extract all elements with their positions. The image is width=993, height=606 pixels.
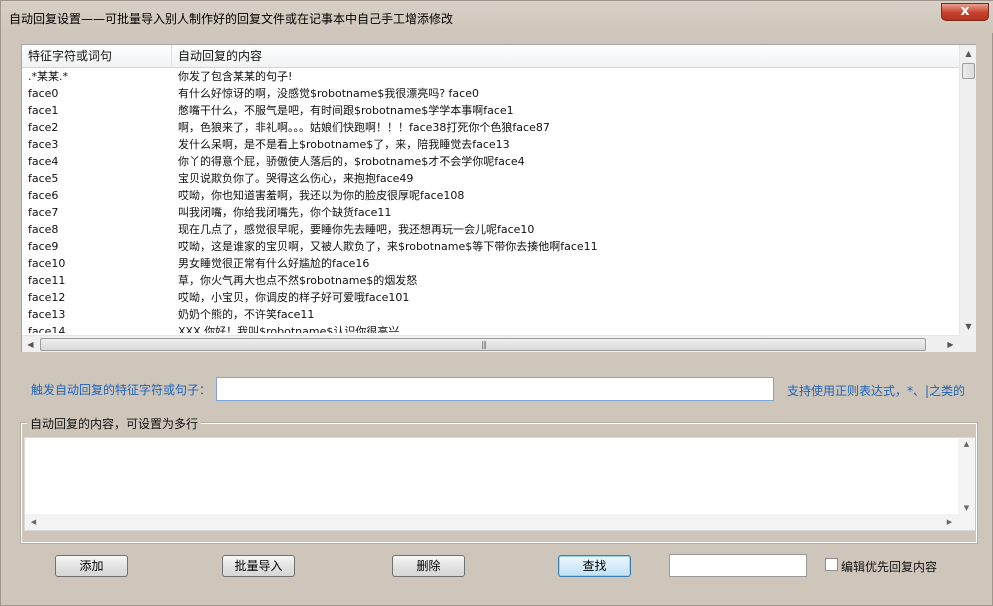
list-item-keyword: face12: [28, 291, 66, 304]
priority-checkbox-label[interactable]: 编辑优先回复内容: [841, 558, 937, 575]
reply-rules-list[interactable]: 特征字符或词句 自动回复的内容 .*某某.* 你发了包含某某的句子! face0 有什…: [21, 44, 976, 352]
column-header-reply[interactable]: 自动回复的内容: [172, 45, 959, 67]
list-item-keyword: face5: [28, 172, 59, 185]
list-item-reply: 草，你火气再大也点不然$robotname$的烟发怒: [178, 274, 418, 287]
scroll-down-icon[interactable]: ▼: [958, 502, 975, 514]
grip-icon: |||: [481, 340, 487, 349]
batch-import-button[interactable]: 批量导入: [222, 555, 295, 577]
scroll-thumb[interactable]: [962, 63, 975, 79]
list-vertical-scrollbar[interactable]: ▲ ▼: [959, 45, 976, 335]
list-item-reply: 奶奶个熊的，不许笑face11: [178, 308, 315, 321]
scroll-left-icon[interactable]: ◀: [22, 336, 39, 353]
list-item-reply: 啊，色狼来了，非礼啊。。。姑娘们快跑啊！！！face38打死你个色狼face87: [178, 121, 550, 134]
scroll-down-icon[interactable]: ▼: [960, 318, 977, 335]
list-item-keyword: face3: [28, 138, 59, 151]
list-item-keyword: face11: [28, 274, 66, 287]
list-item-keyword: face6: [28, 189, 59, 202]
list-item-keyword: face1: [28, 104, 59, 117]
list-item[interactable]: face12 哎呦，小宝贝，你调皮的样子好可爱哦face101: [22, 289, 959, 306]
reply-content-group-title: 自动回复的内容，可设置为多行: [27, 415, 202, 432]
list-item-reply: XXX 你好！我叫$robotname$认识你很高兴: [178, 325, 400, 333]
list-item-keyword: .*某某.*: [28, 70, 68, 83]
list-item-reply: 宝贝说欺负你了。哭得这么伤心，来抱抱face49: [178, 172, 414, 185]
list-item-reply: 憋嘴干什么，不服气是吧，有时间跟$robotname$学学本事啊face1: [178, 104, 514, 117]
list-item-keyword: face0: [28, 87, 59, 100]
list-item[interactable]: face9 哎呦，这是谁家的宝贝啊，又被人欺负了，来$robotname$等下带你…: [22, 238, 959, 255]
auto-reply-settings-window: 自动回复设置——可批量导入别人制作好的回复文件或在记事本中自己手工增添修改 x …: [0, 0, 993, 606]
priority-checkbox[interactable]: [825, 558, 838, 571]
list-item-reply: 现在几点了，感觉很早呢，要睡你先去睡吧，我还想再玩一会儿呢face10: [178, 223, 535, 236]
list-item-reply: 你发了包含某某的句子!: [178, 70, 293, 83]
search-input[interactable]: [669, 554, 807, 577]
scroll-corner: [959, 335, 976, 352]
list-item[interactable]: face0 有什么好惊讶的啊，没感觉$robotname$我很漂亮吗? face0: [22, 85, 959, 102]
add-button[interactable]: 添加: [55, 555, 128, 577]
column-header-keyword[interactable]: 特征字符或词句: [22, 45, 172, 67]
list-item[interactable]: face3 发什么呆啊，是不是看上$robotname$了，来，陪我睡觉去face…: [22, 136, 959, 153]
list-item-reply: 男女睡觉很正常有什么好尴尬的face16: [178, 257, 370, 270]
close-icon: x: [960, 3, 970, 19]
trigger-label: 触发自动回复的特征字符或句子：: [31, 383, 212, 397]
content-horizontal-scrollbar[interactable]: ◀ ▶: [25, 514, 975, 530]
list-item[interactable]: face13 奶奶个熊的，不许笑face11: [22, 306, 959, 323]
list-item[interactable]: face7 叫我闭嘴，你给我闭嘴先，你个缺货face11: [22, 204, 959, 221]
window-title: 自动回复设置——可批量导入别人制作好的回复文件或在记事本中自己手工增添修改: [9, 12, 454, 26]
list-item-reply: 叫我闭嘴，你给我闭嘴先，你个缺货face11: [178, 206, 392, 219]
list-item[interactable]: face4 你丫的得意个屁，骄傲使人落后的，$robotname$才不会学你呢fa…: [22, 153, 959, 170]
list-item-keyword: face7: [28, 206, 59, 219]
reply-content-textarea[interactable]: ▲ ▼ ◀ ▶: [24, 437, 975, 531]
scroll-left-icon[interactable]: ◀: [25, 514, 42, 530]
list-item[interactable]: face1 憋嘴干什么，不服气是吧，有时间跟$robotname$学学本事啊fac…: [22, 102, 959, 119]
list-item-reply: 发什么呆啊，是不是看上$robotname$了，来，陪我睡觉去face13: [178, 138, 510, 151]
find-button[interactable]: 查找: [558, 555, 631, 577]
content-vertical-scrollbar[interactable]: ▲ ▼: [958, 438, 975, 514]
list-item-keyword: face9: [28, 240, 59, 253]
list-item[interactable]: face10 男女睡觉很正常有什么好尴尬的face16: [22, 255, 959, 272]
list-item[interactable]: face14 XXX 你好！我叫$robotname$认识你很高兴: [22, 323, 959, 333]
list-item-reply: 你丫的得意个屁，骄傲使人落后的，$robotname$才不会学你呢face4: [178, 155, 525, 168]
list-body: .*某某.* 你发了包含某某的句子! face0 有什么好惊讶的啊，没感觉$robot…: [22, 68, 959, 333]
list-item-keyword: face8: [28, 223, 59, 236]
list-item-reply: 哎呦，小宝贝，你调皮的样子好可爱哦face101: [178, 291, 410, 304]
scroll-up-icon[interactable]: ▲: [960, 45, 977, 62]
regex-hint: 支持使用正则表达式，*、|之类的: [787, 384, 966, 398]
list-item-reply: 哎呦，你也知道害羞啊，我还以为你的脸皮很厚呢face108: [178, 189, 465, 202]
list-item[interactable]: .*某某.* 你发了包含某某的句子!: [22, 68, 959, 85]
close-button[interactable]: x: [941, 3, 989, 21]
list-item-keyword: face10: [28, 257, 66, 270]
trigger-input[interactable]: [216, 377, 774, 401]
list-item-reply: 有什么好惊讶的啊，没感觉$robotname$我很漂亮吗? face0: [178, 87, 479, 100]
list-item[interactable]: face2 啊，色狼来了，非礼啊。。。姑娘们快跑啊！！！face38打死你个色狼f…: [22, 119, 959, 136]
scroll-thumb-horizontal[interactable]: |||: [40, 338, 926, 351]
list-item-reply: 哎呦，这是谁家的宝贝啊，又被人欺负了，来$robotname$等下带你去揍他啊f…: [178, 240, 598, 253]
delete-button[interactable]: 删除: [392, 555, 465, 577]
list-item-keyword: face4: [28, 155, 59, 168]
list-item-keyword: face2: [28, 121, 59, 134]
scroll-right-icon[interactable]: ▶: [941, 514, 958, 530]
list-item[interactable]: face11 草，你火气再大也点不然$robotname$的烟发怒: [22, 272, 959, 289]
list-item[interactable]: face6 哎呦，你也知道害羞啊，我还以为你的脸皮很厚呢face108: [22, 187, 959, 204]
title-bar[interactable]: 自动回复设置——可批量导入别人制作好的回复文件或在记事本中自己手工增添修改 x: [1, 1, 993, 33]
scroll-up-icon[interactable]: ▲: [958, 438, 975, 450]
list-horizontal-scrollbar[interactable]: ◀ ||| ▶: [22, 335, 959, 352]
list-item-keyword: face14: [28, 325, 66, 333]
list-item[interactable]: face5 宝贝说欺负你了。哭得这么伤心，来抱抱face49: [22, 170, 959, 187]
scroll-right-icon[interactable]: ▶: [942, 336, 959, 353]
list-item[interactable]: face8 现在几点了，感觉很早呢，要睡你先去睡吧，我还想再玩一会儿呢face10: [22, 221, 959, 238]
list-item-keyword: face13: [28, 308, 66, 321]
list-header: 特征字符或词句 自动回复的内容: [22, 45, 959, 68]
